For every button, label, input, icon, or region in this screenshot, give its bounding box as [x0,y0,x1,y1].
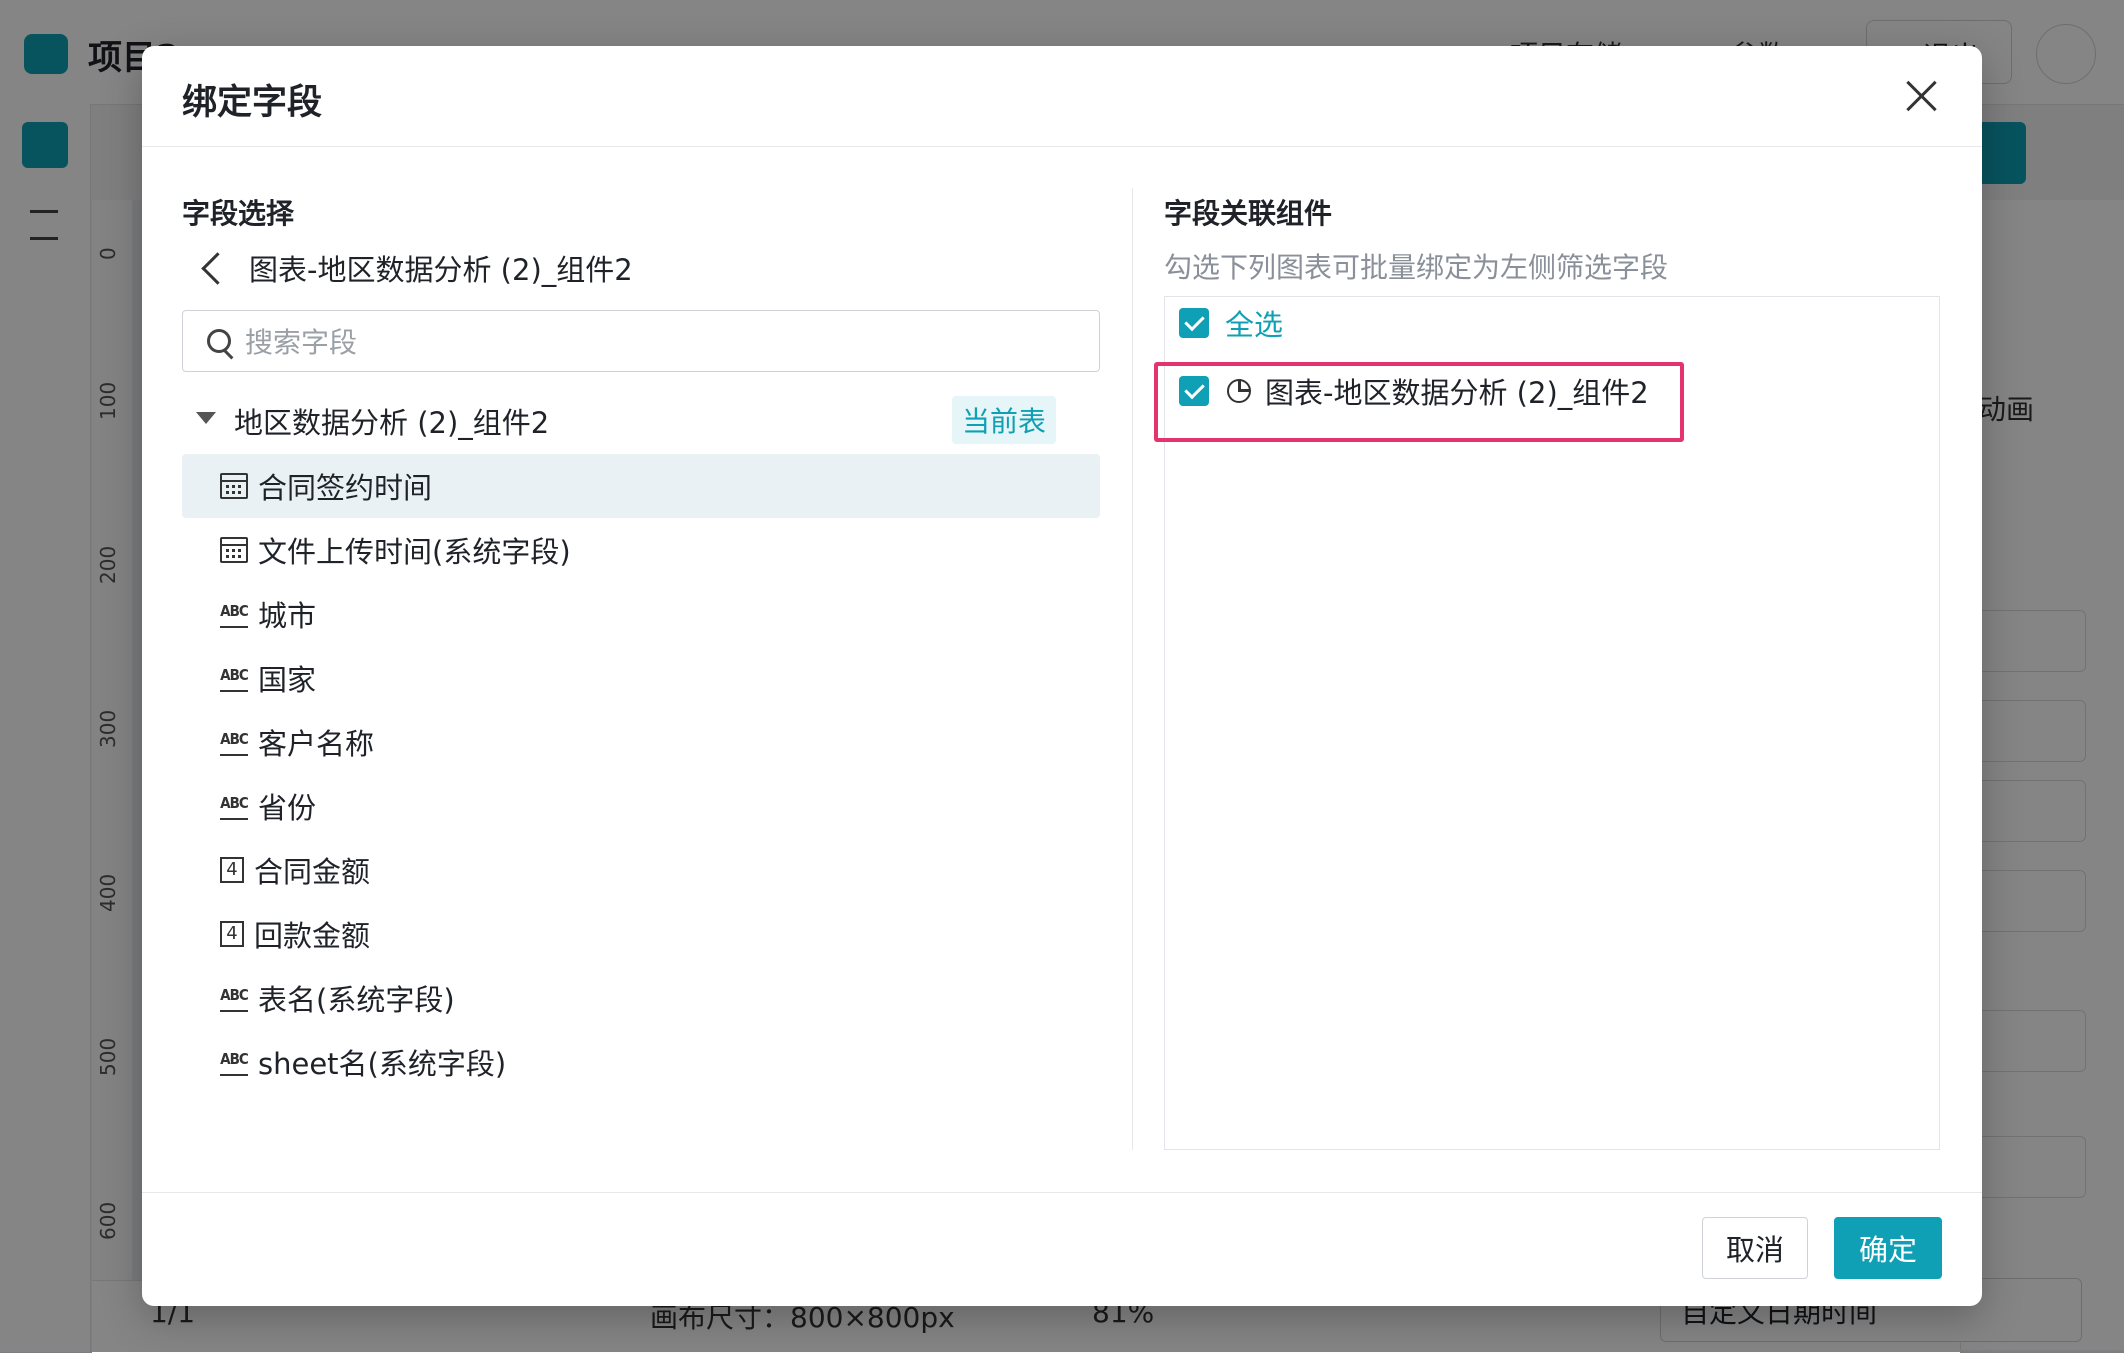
field-label: 省份 [258,791,317,825]
back-label: 图表-地区数据分析 (2)_组件2 [249,253,633,287]
table-group-label: 地区数据分析 (2)_组件2 [234,406,550,440]
field-item-sheet-name[interactable]: ABC sheet名(系统字段) [182,1030,1100,1094]
select-all-row[interactable]: 全选 [1179,303,1283,343]
field-item-customer-name[interactable]: ABC 客户名称 [182,710,1100,774]
number-icon: 4 [220,857,244,883]
field-item-upload-time[interactable]: 文件上传时间(系统字段) [182,518,1100,582]
field-label: 客户名称 [258,727,375,761]
cancel-button[interactable]: 取消 [1702,1217,1808,1279]
calendar-icon [220,473,248,499]
search-input[interactable] [243,311,1087,373]
field-label: 国家 [258,663,317,697]
column-divider [1132,188,1133,1150]
search-icon [207,329,231,353]
dialog-title: 绑定字段 [182,83,323,123]
table-group[interactable]: 地区数据分析 (2)_组件2 当前表 [182,392,1100,446]
highlight-annotation [1154,362,1684,442]
field-item-contract-amount[interactable]: 4 合同金额 [182,838,1100,902]
field-item-table-name[interactable]: ABC 表名(系统字段) [182,966,1100,1030]
number-icon: 4 [220,921,244,947]
field-item-province[interactable]: ABC 省份 [182,774,1100,838]
select-all-checkbox[interactable] [1179,308,1209,338]
back-button[interactable]: 图表-地区数据分析 (2)_组件2 [182,246,633,290]
field-label: 文件上传时间(系统字段) [258,535,571,569]
search-box [182,310,1100,373]
text-abc-icon: ABC [220,664,249,692]
close-icon[interactable] [1898,72,1946,120]
linked-components-title: 字段关联组件 [1164,197,1333,230]
field-label: 回款金额 [254,919,371,953]
field-label: 合同金额 [254,855,371,889]
field-label: sheet名(系统字段) [258,1047,507,1081]
field-item-contract-sign-time[interactable]: 合同签约时间 [182,454,1100,518]
field-label: 合同签约时间 [258,471,433,505]
field-selection-title: 字段选择 [182,197,295,230]
text-abc-icon: ABC [220,984,249,1012]
select-all-label: 全选 [1225,308,1284,342]
field-label: 城市 [258,599,317,633]
chevron-left-icon [201,251,234,285]
dialog-header: 绑定字段 [142,46,1982,147]
dialog-footer: 取消 确定 [142,1192,1982,1307]
confirm-button[interactable]: 确定 [1834,1217,1942,1279]
text-abc-icon: ABC [220,1048,249,1076]
field-item-payment-amount[interactable]: 4 回款金额 [182,902,1100,966]
caret-down-icon[interactable] [196,412,216,424]
calendar-icon [220,537,248,563]
text-abc-icon: ABC [220,728,249,756]
linked-components-hint: 勾选下列图表可批量绑定为左侧筛选字段 [1164,251,1669,284]
field-label: 表名(系统字段) [258,983,455,1017]
field-item-country[interactable]: ABC 国家 [182,646,1100,710]
field-list: 合同签约时间 文件上传时间(系统字段) ABC 城市 ABC 国家 ABC 客户… [182,454,1100,1094]
bind-field-dialog: 绑定字段 字段选择 图表-地区数据分析 (2)_组件2 地区数据分析 (2)_组… [142,46,1982,1306]
text-abc-icon: ABC [220,600,249,628]
field-item-city[interactable]: ABC 城市 [182,582,1100,646]
text-abc-icon: ABC [220,792,249,820]
current-table-badge: 当前表 [952,396,1057,444]
